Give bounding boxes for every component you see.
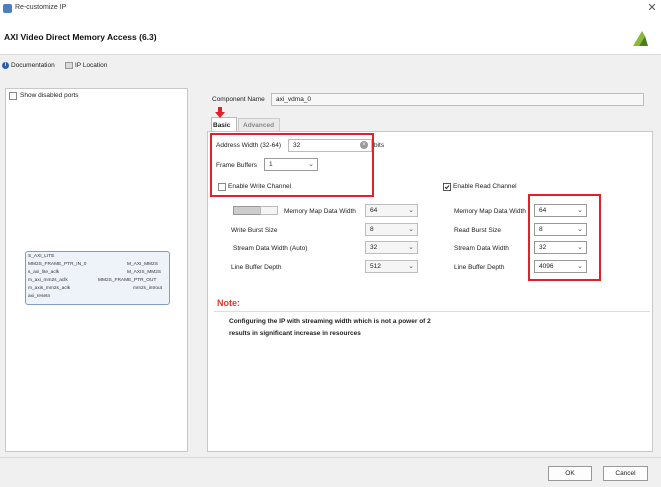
write-line-buffer-label: Line Buffer Depth [231, 264, 282, 271]
enable-read-checkbox[interactable] [443, 183, 451, 191]
tab-advanced-label: Advanced [243, 122, 275, 129]
footer-divider [0, 457, 661, 458]
port-right-2: MM2S_FRAME_PTR_OUT [98, 278, 157, 283]
write-line-buffer-value: 512 [370, 263, 381, 270]
write-slider-track [260, 206, 278, 215]
note-divider [214, 311, 650, 312]
read-stream-label: Stream Data Width [454, 245, 509, 252]
port-left-5: axi_resetn [28, 294, 51, 299]
vendor-logo-icon [633, 31, 648, 46]
write-line-buffer-select[interactable]: 512 ⌄ [365, 260, 418, 273]
ok-button[interactable]: OK [548, 466, 592, 481]
documentation-link[interactable]: Documentation [11, 62, 55, 69]
write-slider-handle[interactable] [233, 206, 261, 215]
title-bar [0, 0, 661, 17]
port-left-0: S_AXI_LITE [28, 254, 55, 259]
info-icon: i [2, 62, 9, 69]
port-left-1: MM2S_FRAME_PTR_IN_0 [28, 262, 87, 267]
app-icon [3, 4, 12, 13]
show-disabled-ports-checkbox[interactable] [9, 92, 17, 100]
port-right-0: M_AXI_MM2S [127, 262, 158, 267]
port-left-4: m_axis_mm2s_aclk [28, 286, 71, 291]
enable-read-label: Enable Read Channel [453, 183, 517, 190]
write-mm-data-width-label: Memory Map Data Width [284, 208, 356, 215]
bits-label: bits [374, 142, 385, 149]
close-icon[interactable]: ✕ [645, 1, 659, 15]
port-left-2: s_axi_lite_aclk [28, 270, 60, 275]
check-icon [444, 185, 450, 190]
write-stream-select[interactable]: 32 ⌄ [365, 241, 418, 254]
write-mm-data-width-select[interactable]: 64 ⌄ [365, 204, 418, 217]
write-stream-label: Stream Data Width (Auto) [233, 245, 308, 252]
chevron-down-icon: ⌄ [408, 244, 414, 251]
note-title: Note: [217, 298, 240, 308]
ip-location-link[interactable]: IP Location [75, 62, 107, 69]
chevron-down-icon: ⌄ [408, 263, 414, 270]
chevron-down-icon: ⌄ [408, 226, 414, 233]
show-disabled-ports-label: Show disabled ports [20, 92, 79, 99]
note-line-2: results in significant increase in resou… [229, 330, 361, 337]
write-burst-select[interactable]: 8 ⌄ [365, 223, 418, 236]
annotation-box-read [528, 194, 601, 281]
write-burst-value: 8 [370, 226, 374, 233]
port-left-3: m_axi_mm2s_aclk [28, 278, 68, 283]
folder-icon [65, 62, 73, 69]
chevron-down-icon: ⌄ [408, 207, 414, 214]
ip-title: AXI Video Direct Memory Access (6.3) [4, 32, 157, 42]
write-stream-value: 32 [370, 244, 378, 251]
read-burst-label: Read Burst Size [454, 227, 501, 234]
note-line-1: Configuring the IP with streaming width … [229, 318, 431, 325]
component-name-label: Component Name [212, 96, 265, 103]
red-arrow-annotation-icon [215, 107, 225, 118]
tab-basic-label: Basic [213, 122, 231, 129]
write-burst-label: Write Burst Size [231, 227, 278, 234]
read-line-buffer-label: Line Buffer Depth [454, 264, 505, 271]
window-title: Re-customize IP [15, 4, 67, 11]
port-right-1: M_AXIS_MM2S [127, 270, 162, 275]
read-mm-data-width-label: Memory Map Data Width [454, 208, 526, 215]
component-name-field[interactable]: axi_vdma_0 [271, 93, 644, 106]
write-mm-data-width-value: 64 [370, 207, 378, 214]
cancel-button[interactable]: Cancel [603, 466, 648, 481]
annotation-box-address [210, 133, 374, 197]
port-right-3: mm2s_introut [133, 286, 163, 291]
